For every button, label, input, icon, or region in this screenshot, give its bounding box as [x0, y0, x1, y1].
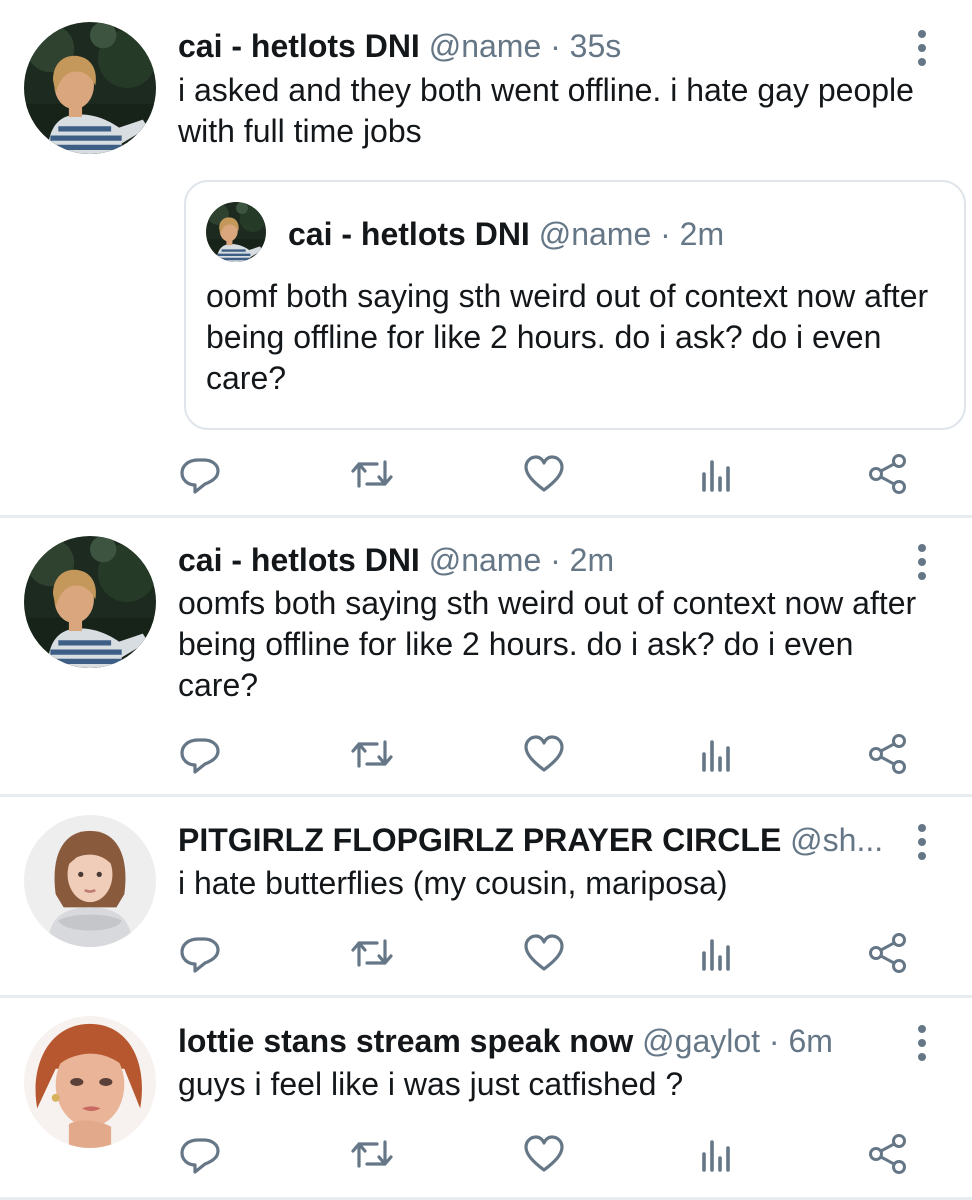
handle[interactable]: @name	[429, 28, 542, 64]
analytics-icon[interactable]	[694, 732, 738, 776]
avatar[interactable]	[24, 1016, 156, 1148]
tweet-4[interactable]: lottie stans stream speak now @gaylot · …	[0, 998, 972, 1198]
tweet-text: guys i feel like i was just catfished ?	[178, 1066, 684, 1102]
separator-dot: ·	[660, 216, 671, 252]
quoted-tweet-header: cai - hetlots DNI @name · 2m	[288, 212, 724, 256]
tweet-actions	[0, 732, 972, 780]
avatar[interactable]	[24, 815, 156, 947]
timestamp: 2m	[679, 216, 725, 252]
separator-dot: ·	[550, 28, 561, 64]
reply-icon[interactable]	[178, 452, 222, 496]
tweet-header: PITGIRLZ FLOPGIRLZ PRAYER CIRCLE @sh...	[178, 818, 912, 862]
tweet-header: cai - hetlots DNI @name · 2m	[178, 538, 912, 582]
analytics-icon[interactable]	[694, 931, 738, 975]
avatar[interactable]	[24, 536, 156, 668]
display-name[interactable]: lottie stans stream speak now	[178, 1023, 633, 1059]
tweet-text: oomfs both saying sth weird out of conte…	[178, 585, 917, 703]
reply-icon[interactable]	[178, 732, 222, 776]
tweet-actions	[0, 452, 972, 500]
retweet-icon[interactable]	[350, 931, 394, 975]
more-vertical-icon[interactable]	[916, 1025, 928, 1061]
like-icon[interactable]	[522, 452, 566, 496]
display-name: cai - hetlots DNI	[288, 216, 530, 252]
tweet-actions	[0, 931, 972, 979]
quoted-tweet[interactable]: cai - hetlots DNI @name · 2m oomf both s…	[184, 180, 966, 430]
tweet-text: i hate butterflies (my cousin, mariposa)	[178, 865, 728, 901]
handle[interactable]: @gaylot	[642, 1023, 760, 1059]
handle: @name	[538, 216, 652, 252]
handle[interactable]: @sh...	[790, 822, 883, 858]
share-icon[interactable]	[866, 732, 910, 776]
reply-icon[interactable]	[178, 1132, 222, 1176]
separator-dot: ·	[768, 1023, 780, 1059]
more-vertical-icon[interactable]	[916, 824, 928, 860]
avatar[interactable]	[24, 22, 156, 154]
tweet-feed: cai - hetlots DNI @name · 35s i asked an…	[0, 0, 972, 1200]
display-name[interactable]: PITGIRLZ FLOPGIRLZ PRAYER CIRCLE	[178, 822, 781, 858]
analytics-icon[interactable]	[694, 1132, 738, 1176]
like-icon[interactable]	[522, 931, 566, 975]
more-vertical-icon[interactable]	[916, 30, 928, 66]
retweet-icon[interactable]	[350, 452, 394, 496]
timestamp[interactable]: 6m	[788, 1023, 832, 1059]
timestamp[interactable]: 35s	[570, 28, 622, 64]
retweet-icon[interactable]	[350, 1132, 394, 1176]
share-icon[interactable]	[866, 931, 910, 975]
tweet-text: i asked and they both went offline. i ha…	[178, 72, 914, 149]
timestamp[interactable]: 2m	[570, 542, 614, 578]
display-name[interactable]: cai - hetlots DNI	[178, 28, 420, 64]
quoted-tweet-text: oomf both saying sth weird out of contex…	[206, 278, 929, 396]
tweet-1[interactable]: cai - hetlots DNI @name · 35s i asked an…	[0, 0, 972, 515]
share-icon[interactable]	[866, 1132, 910, 1176]
like-icon[interactable]	[522, 732, 566, 776]
display-name[interactable]: cai - hetlots DNI	[178, 542, 420, 578]
tweet-header: cai - hetlots DNI @name · 35s	[178, 24, 912, 68]
avatar	[206, 202, 266, 262]
share-icon[interactable]	[866, 452, 910, 496]
more-vertical-icon[interactable]	[916, 544, 928, 580]
tweet-2[interactable]: cai - hetlots DNI @name · 2m oomfs both …	[0, 518, 972, 794]
separator-dot: ·	[550, 542, 561, 578]
tweet-header: lottie stans stream speak now @gaylot · …	[178, 1019, 912, 1063]
analytics-icon[interactable]	[694, 452, 738, 496]
tweet-actions	[0, 1132, 972, 1180]
reply-icon[interactable]	[178, 931, 222, 975]
tweet-3[interactable]: PITGIRLZ FLOPGIRLZ PRAYER CIRCLE @sh... …	[0, 797, 972, 995]
handle[interactable]: @name	[429, 542, 542, 578]
like-icon[interactable]	[522, 1132, 566, 1176]
retweet-icon[interactable]	[350, 732, 394, 776]
